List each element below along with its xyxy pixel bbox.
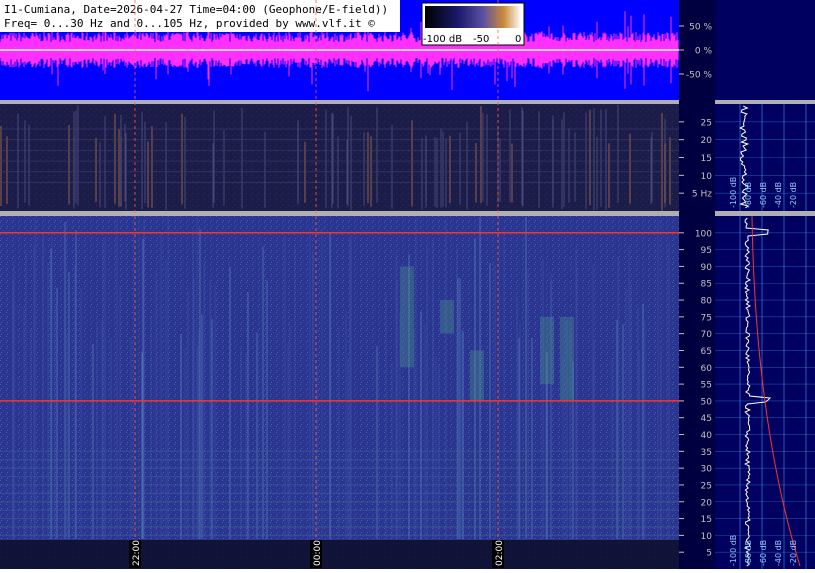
side-db-label: -20 dB [789,540,798,566]
axis-tick-label: 20 [701,136,713,146]
axis-tick-label: 0 % [695,47,713,57]
axis-tick-label: 10 [701,532,713,542]
spectrogram-figure: I1-Cumiana, Date=2026-04-27 Time=04:00 (… [0,0,815,569]
side-panel-top [715,0,815,100]
time-label: 00:00 [313,540,323,566]
side-db-label: -40 dB [774,540,783,566]
axis-tick-label: 40 [701,431,713,441]
side-db-label: -100 dB [729,535,738,566]
axis-tick-label: 95 [701,246,712,256]
side-db-label: -40 dB [774,182,783,208]
axis-tick-label: 30 [701,465,713,475]
axis-tick-label: 10 [701,172,713,182]
axis-tick-label: 75 [701,313,712,323]
side-db-label: -20 dB [789,182,798,208]
axis-tick-label: 55 [701,381,712,391]
side-db-label: -80 dB [744,540,753,566]
colorbar-gradient [425,6,521,28]
axis-tick-label: 15 [701,154,712,164]
axis-tick-label: 90 [701,263,713,273]
axis-tick-label: 65 [701,347,712,357]
axis-tick-label: 100 [695,229,712,239]
axis-tick-label: 25 [701,481,712,491]
header-line-1: I1-Cumiana, Date=2026-04-27 Time=04:00 (… [4,3,388,16]
time-label: 22:00 [132,540,142,566]
axis-tick-label: 25 [701,118,712,128]
activity-burst [440,300,454,334]
activity-burst [560,316,574,401]
axis-tick-label: 5 Hz [692,190,712,200]
activity-burst [400,266,414,368]
side-db-label: -60 dB [759,182,768,208]
axis-tick-label: 45 [701,414,712,424]
axis-tick-label: 35 [701,448,712,458]
activity-burst [470,350,484,401]
axis-tick-label: 70 [701,330,713,340]
colorbar-label-mid: -50 [473,34,489,45]
axis-tick-label: 15 [701,515,712,525]
axis-tick-label: 85 [701,280,712,290]
axis-tick-label: 5 [706,549,712,559]
colorbar-label-min: -100 dB [423,34,462,45]
axis-tick-label: 60 [701,364,713,374]
spectrogram-bottom-band [0,540,679,569]
side-panel-high [715,216,815,569]
header-line-2: Freq= 0...30 Hz and 0...105 Hz, provided… [4,17,375,30]
side-db-label: -60 dB [759,540,768,566]
axis-tick-label: 80 [701,297,713,307]
side-db-label: -100 dB [729,177,738,208]
colorbar-legend: -100 dB -50 0 [421,2,525,46]
time-label: 02:00 [495,540,505,566]
colorbar-label-max: 0 [515,34,521,45]
spectrogram-low-panel [0,104,679,211]
vlf-monitor-display: I1-Cumiana, Date=2026-04-27 Time=04:00 (… [0,0,815,569]
activity-burst [540,316,554,385]
axis-tick-label: -50 % [686,71,713,81]
axis-tick-label: 20 [701,498,713,508]
axis-tick-label: 50 [701,397,713,407]
side-db-label: -80 dB [744,182,753,208]
axis-tick-label: 50 % [689,23,712,33]
